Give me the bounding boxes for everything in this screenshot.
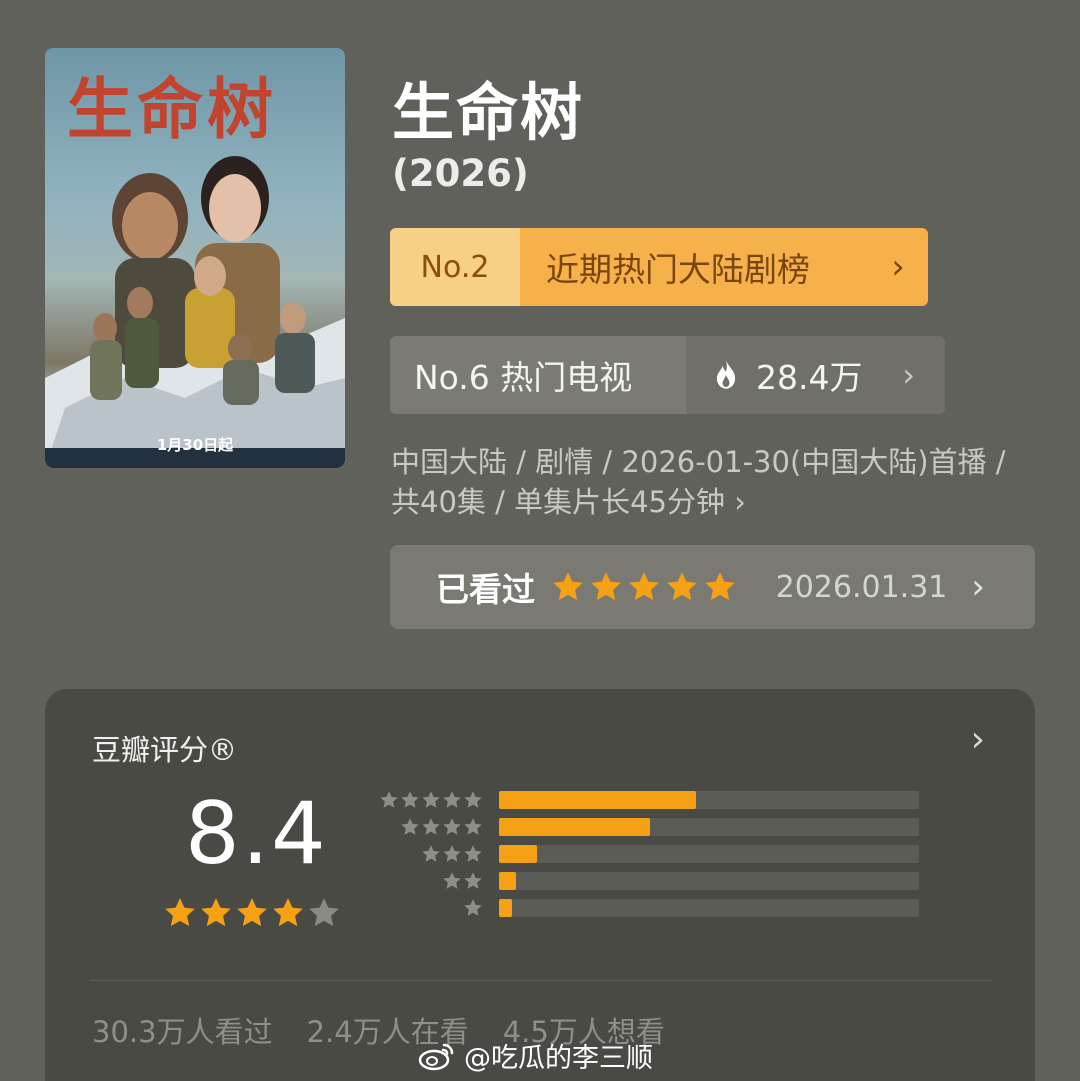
distribution-track <box>499 845 919 863</box>
star-icon <box>201 898 231 927</box>
distribution-track <box>499 899 919 917</box>
distribution-row <box>375 816 919 838</box>
rating-score-stars <box>163 896 341 930</box>
distribution-track <box>499 872 919 890</box>
star-icon <box>443 818 461 835</box>
hot-tv-rank-label: No.6 热门电视 <box>390 336 686 414</box>
star-icon <box>629 572 659 601</box>
show-info-line[interactable]: 中国大陆 / 剧情 / 2026-01-30(中国大陆)首播 / 共40集 / … <box>391 442 1031 522</box>
my-rating-stars <box>551 570 737 604</box>
page-title: 生命树 <box>392 76 585 149</box>
my-rating-bar[interactable]: 已看过 2026.01.31 › <box>390 545 1035 629</box>
star-icon <box>464 818 482 835</box>
distribution-row <box>375 843 919 865</box>
star-icon <box>443 791 461 808</box>
chevron-right-icon: › <box>902 356 915 394</box>
distribution-star-label <box>375 817 483 837</box>
watched-label: 已看过 <box>436 570 535 609</box>
chevron-right-icon: › <box>891 247 905 287</box>
poster-date-text: 1月30日起 <box>156 436 234 454</box>
star-icon <box>464 872 482 889</box>
distribution-star-label <box>375 898 483 918</box>
star-icon <box>237 898 267 927</box>
star-icon <box>464 791 482 808</box>
poster-title-art: 生命树 <box>67 70 277 148</box>
star-icon <box>380 791 398 808</box>
heat-number: 28.4万 <box>756 358 863 397</box>
star-icon <box>591 572 621 601</box>
distribution-row <box>375 897 919 919</box>
star-icon <box>443 845 461 862</box>
distribution-star-label <box>375 871 483 891</box>
heat-value: 28.4万 › <box>686 336 945 414</box>
douban-rating-card[interactable]: 豆瓣评分® › 8.4 30.3万人看过 2.4万人在看 4.5万人想看 <box>45 689 1035 1081</box>
star-icon <box>553 572 583 601</box>
star-icon <box>464 845 482 862</box>
distribution-bar <box>499 845 537 863</box>
weibo-icon <box>418 1043 454 1070</box>
release-year: (2026) <box>392 152 529 195</box>
chevron-right-icon[interactable]: › <box>971 719 985 760</box>
divider <box>90 980 993 981</box>
stat-watched[interactable]: 30.3万人看过 <box>92 1009 273 1051</box>
star-icon <box>422 845 440 862</box>
star-icon <box>422 818 440 835</box>
star-icon <box>464 899 482 916</box>
distribution-bar <box>499 791 697 809</box>
movie-detail-page: 生命树 1月30日起 生命树 (2026) No.2 近期热门大陆剧榜 › No… <box>0 0 1080 1081</box>
rank-list-label: 近期热门大陆剧榜 <box>546 250 810 289</box>
rank-number: No.2 <box>390 228 520 306</box>
distribution-row <box>375 870 919 892</box>
star-icon <box>705 572 735 601</box>
poster-image[interactable]: 生命树 1月30日起 <box>45 48 345 468</box>
distribution-bar <box>499 899 512 917</box>
distribution-row <box>375 789 919 811</box>
star-icon <box>309 898 339 927</box>
distribution-track <box>499 818 919 836</box>
watched-date: 2026.01.31 <box>775 569 948 605</box>
weibo-watermark: @吃瓜的李三顺 <box>418 1036 653 1075</box>
star-icon <box>422 791 440 808</box>
rank-badge-mainland-drama[interactable]: No.2 近期热门大陆剧榜 › <box>390 228 928 306</box>
show-info-text: 中国大陆 / 剧情 / 2026-01-30(中国大陆)首播 / 共40集 / … <box>391 445 1006 519</box>
watermark-text: @吃瓜的李三顺 <box>464 1043 653 1074</box>
chevron-right-icon: › <box>734 485 746 519</box>
star-icon <box>273 898 303 927</box>
distribution-track <box>499 791 919 809</box>
star-icon <box>443 872 461 889</box>
rating-score: 8.4 <box>185 784 328 884</box>
star-icon <box>165 898 195 927</box>
distribution-star-label <box>375 844 483 864</box>
star-icon <box>401 791 419 808</box>
chevron-right-icon: › <box>971 567 985 607</box>
distribution-bar <box>499 818 651 836</box>
star-icon <box>667 572 697 601</box>
rank-badge-hot-tv[interactable]: No.6 热门电视 28.4万 › <box>390 336 945 414</box>
fire-icon <box>716 360 736 389</box>
rating-source-label: 豆瓣评分® <box>92 733 238 767</box>
star-icon <box>401 818 419 835</box>
distribution-star-label <box>375 790 483 810</box>
distribution-bar <box>499 872 516 890</box>
